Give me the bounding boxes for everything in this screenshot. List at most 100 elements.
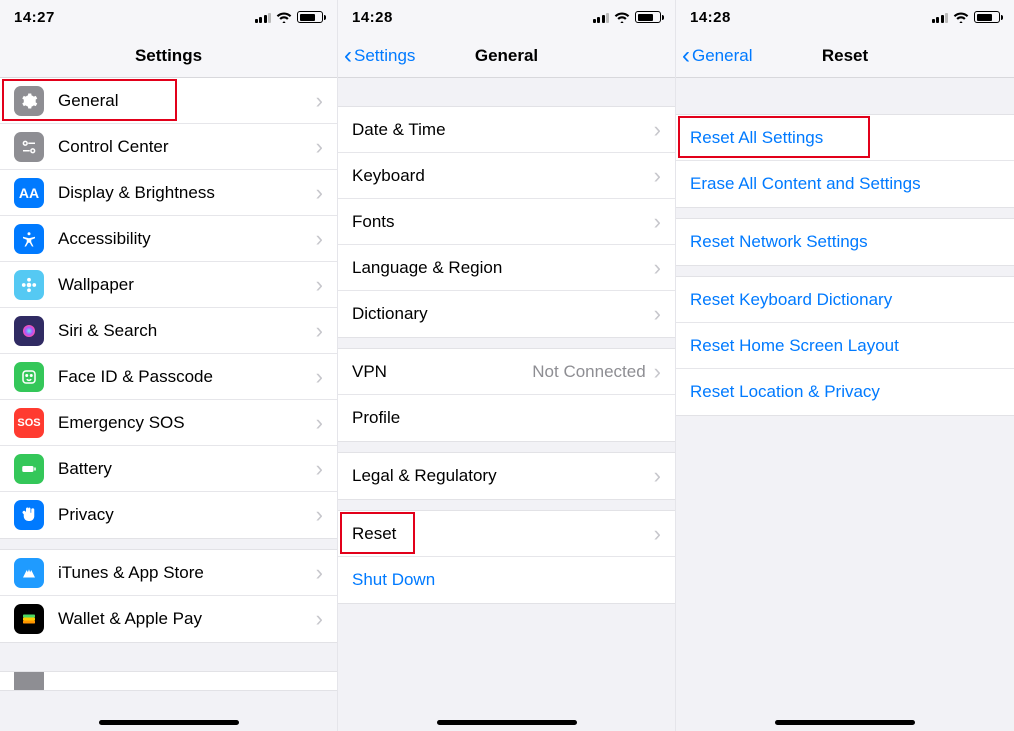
chevron-right-icon: ›: [654, 523, 661, 545]
row-privacy[interactable]: Privacy›: [0, 492, 337, 538]
chevron-right-icon: ›: [316, 136, 323, 158]
chevron-right-icon: ›: [316, 274, 323, 296]
settings-group: Reset Keyboard Dictionary›Reset Home Scr…: [676, 276, 1014, 416]
chevron-left-icon: ‹: [344, 44, 352, 68]
row-keyboard[interactable]: Keyboard›: [338, 153, 675, 199]
chevron-left-icon: ‹: [682, 44, 690, 68]
status-bar: 14:28: [338, 0, 675, 34]
row-siri-search[interactable]: Siri & Search›: [0, 308, 337, 354]
back-button[interactable]: ‹ General: [682, 34, 752, 77]
row-face-id-passcode[interactable]: Face ID & Passcode›: [0, 354, 337, 400]
row-label: Reset Location & Privacy: [690, 382, 1000, 402]
sos-icon: SOS: [14, 408, 44, 438]
gear-icon: [14, 672, 44, 690]
status-bar: 14:27: [0, 0, 337, 34]
row-erase-all-content-and-settings[interactable]: Erase All Content and Settings›: [676, 161, 1014, 207]
row-label: Accessibility: [58, 229, 314, 249]
row-itunes-app-store[interactable]: iTunes & App Store›: [0, 550, 337, 596]
appstore-icon: [14, 558, 44, 588]
row-battery[interactable]: Battery›: [0, 446, 337, 492]
row-wallpaper[interactable]: Wallpaper›: [0, 262, 337, 308]
back-button[interactable]: ‹ Settings: [344, 34, 415, 77]
row-partial[interactable]: [0, 672, 337, 690]
row-emergency-sos[interactable]: SOSEmergency SOS›: [0, 400, 337, 446]
row-date-time[interactable]: Date & Time›: [338, 107, 675, 153]
general-list[interactable]: Date & Time›Keyboard›Fonts›Language & Re…: [338, 78, 675, 731]
row-label: Display & Brightness: [58, 183, 314, 203]
row-label: Fonts: [352, 212, 652, 232]
settings-group: Reset›Shut Down›: [338, 510, 675, 604]
chevron-right-icon: ›: [654, 165, 661, 187]
row-fonts[interactable]: Fonts›: [338, 199, 675, 245]
row-label: Language & Region: [352, 258, 652, 278]
row-label: Profile: [352, 408, 661, 428]
status-right: [932, 11, 1001, 23]
row-label: Face ID & Passcode: [58, 367, 314, 387]
row-label: Reset Home Screen Layout: [690, 336, 1000, 356]
chevron-right-icon: ›: [316, 412, 323, 434]
status-bar: 14:28: [676, 0, 1014, 34]
battery-icon: [635, 11, 661, 23]
row-label: Wallet & Apple Pay: [58, 609, 314, 629]
row-vpn[interactable]: VPNNot Connected›: [338, 349, 675, 395]
home-indicator[interactable]: [437, 720, 577, 725]
home-indicator[interactable]: [99, 720, 239, 725]
aa-icon: AA: [14, 178, 44, 208]
chevron-right-icon: ›: [316, 228, 323, 250]
row-legal-regulatory[interactable]: Legal & Regulatory›: [338, 453, 675, 499]
row-control-center[interactable]: Control Center›: [0, 124, 337, 170]
row-label: Reset: [352, 524, 652, 544]
row-label: Siri & Search: [58, 321, 314, 341]
page-title: Settings: [135, 46, 202, 66]
row-shut-down[interactable]: Shut Down›: [338, 557, 675, 603]
row-reset-location-privacy[interactable]: Reset Location & Privacy›: [676, 369, 1014, 415]
nav-header: ‹ Settings General: [338, 34, 675, 78]
nav-header: Settings: [0, 34, 337, 78]
chevron-right-icon: ›: [654, 257, 661, 279]
row-dictionary[interactable]: Dictionary›: [338, 291, 675, 337]
screen-general: 14:28 ‹ Settings General Date & Time›Key…: [338, 0, 676, 731]
row-label: Battery: [58, 459, 314, 479]
row-reset-network-settings[interactable]: Reset Network Settings›: [676, 219, 1014, 265]
row-general[interactable]: General›: [0, 78, 337, 124]
row-label: Date & Time: [352, 120, 652, 140]
face-icon: [14, 362, 44, 392]
status-right: [255, 11, 324, 23]
sliders-icon: [14, 132, 44, 162]
row-profile[interactable]: Profile›: [338, 395, 675, 441]
battery-icon: [297, 11, 323, 23]
wifi-icon: [614, 11, 630, 23]
row-reset-home-screen-layout[interactable]: Reset Home Screen Layout›: [676, 323, 1014, 369]
settings-group: Legal & Regulatory›: [338, 452, 675, 500]
flower-icon: [14, 270, 44, 300]
chevron-right-icon: ›: [316, 366, 323, 388]
row-label: Keyboard: [352, 166, 652, 186]
wifi-icon: [953, 11, 969, 23]
home-indicator[interactable]: [775, 720, 915, 725]
row-reset-all-settings[interactable]: Reset All Settings›: [676, 115, 1014, 161]
row-label: Privacy: [58, 505, 314, 525]
row-reset[interactable]: Reset›: [338, 511, 675, 557]
chevron-right-icon: ›: [316, 182, 323, 204]
row-label: Dictionary: [352, 304, 652, 324]
battery-icon: [14, 454, 44, 484]
row-accessibility[interactable]: Accessibility›: [0, 216, 337, 262]
settings-group: VPNNot Connected›Profile›: [338, 348, 675, 442]
chevron-right-icon: ›: [654, 361, 661, 383]
row-language-region[interactable]: Language & Region›: [338, 245, 675, 291]
screen-reset: 14:28 ‹ General Reset Reset All Settings…: [676, 0, 1014, 731]
row-display-brightness[interactable]: AA Display & Brightness›: [0, 170, 337, 216]
reset-list[interactable]: Reset All Settings›Erase All Content and…: [676, 78, 1014, 731]
row-label: iTunes & App Store: [58, 563, 314, 583]
chevron-right-icon: ›: [654, 119, 661, 141]
settings-list[interactable]: General›Control Center›AADisplay & Brigh…: [0, 78, 337, 731]
row-label: Reset Keyboard Dictionary: [690, 290, 1000, 310]
row-label: Control Center: [58, 137, 314, 157]
row-label: Reset All Settings: [690, 128, 1000, 148]
page-title: Reset: [822, 46, 868, 66]
row-reset-keyboard-dictionary[interactable]: Reset Keyboard Dictionary›: [676, 277, 1014, 323]
row-wallet-apple-pay[interactable]: Wallet & Apple Pay›: [0, 596, 337, 642]
chevron-right-icon: ›: [316, 458, 323, 480]
chevron-right-icon: ›: [316, 320, 323, 342]
status-time: 14:28: [352, 9, 393, 26]
